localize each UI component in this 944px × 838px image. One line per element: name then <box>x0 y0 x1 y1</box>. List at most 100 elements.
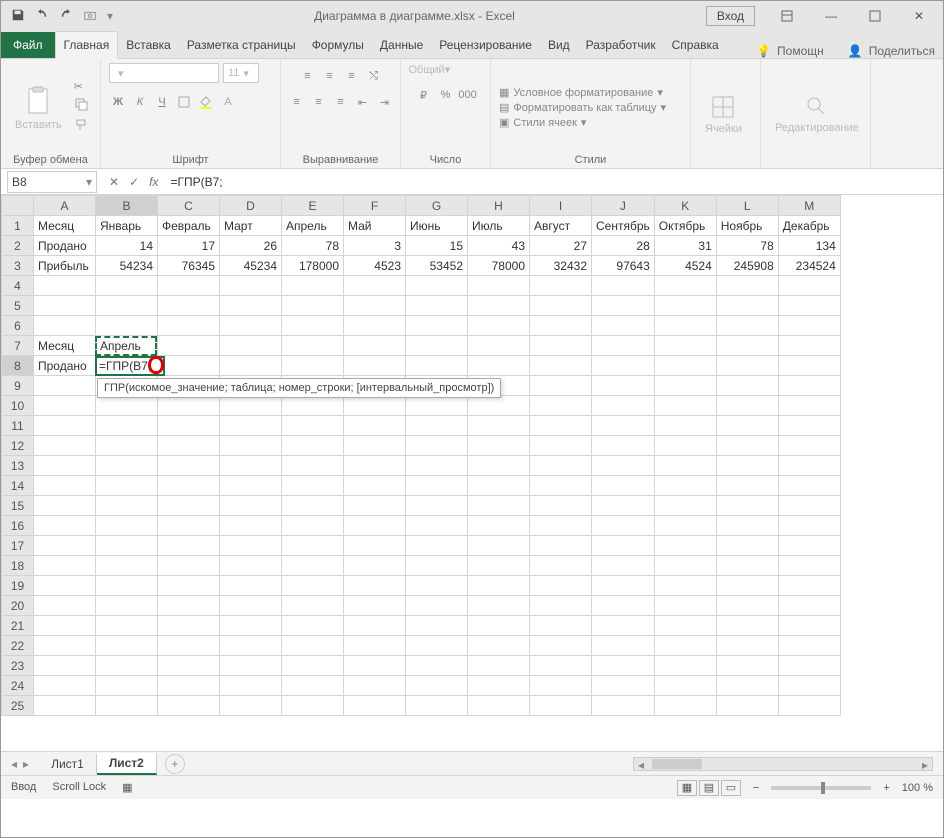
cell-L15[interactable] <box>716 496 778 516</box>
cell-I14[interactable] <box>530 476 592 496</box>
cell-I13[interactable] <box>530 456 592 476</box>
cell-D10[interactable] <box>220 396 282 416</box>
row-header-21[interactable]: 21 <box>2 616 34 636</box>
minimize-button[interactable]: — <box>811 2 851 30</box>
sheet-nav-next-icon[interactable]: ▸ <box>23 757 29 771</box>
cell-D8[interactable] <box>220 356 282 376</box>
col-header-L[interactable]: L <box>716 196 778 216</box>
cell-M22[interactable] <box>778 636 840 656</box>
row-header-22[interactable]: 22 <box>2 636 34 656</box>
cell-L12[interactable] <box>716 436 778 456</box>
cell-B2[interactable]: 14 <box>96 236 158 256</box>
row-header-16[interactable]: 16 <box>2 516 34 536</box>
cell-B17[interactable] <box>96 536 158 556</box>
cell-I20[interactable] <box>530 596 592 616</box>
cell-L22[interactable] <box>716 636 778 656</box>
qat-dropdown-icon[interactable]: ▾ <box>107 9 113 23</box>
cell-E12[interactable] <box>282 436 344 456</box>
tab-view[interactable]: Вид <box>540 32 578 58</box>
cell-E22[interactable] <box>282 636 344 656</box>
cell-F18[interactable] <box>344 556 406 576</box>
cell-I8[interactable] <box>530 356 592 376</box>
cell-D21[interactable] <box>220 616 282 636</box>
cell-B4[interactable] <box>96 276 158 296</box>
cell-L2[interactable]: 78 <box>716 236 778 256</box>
cell-J8[interactable] <box>592 356 655 376</box>
cell-styles-button[interactable]: ▣Стили ячеек▾ <box>499 116 666 129</box>
cell-J11[interactable] <box>592 416 655 436</box>
cell-K4[interactable] <box>654 276 716 296</box>
tell-me-label[interactable]: Помощн <box>777 44 824 58</box>
copy-icon[interactable] <box>74 97 88 114</box>
cell-M8[interactable] <box>778 356 840 376</box>
cell-A4[interactable] <box>34 276 96 296</box>
cell-D13[interactable] <box>220 456 282 476</box>
cell-C25[interactable] <box>158 696 220 716</box>
cell-J15[interactable] <box>592 496 655 516</box>
cell-J12[interactable] <box>592 436 655 456</box>
fill-color-button[interactable] <box>197 93 215 111</box>
cell-L19[interactable] <box>716 576 778 596</box>
cell-D14[interactable] <box>220 476 282 496</box>
cell-L23[interactable] <box>716 656 778 676</box>
lightbulb-icon[interactable]: 💡 <box>756 44 771 58</box>
cell-M11[interactable] <box>778 416 840 436</box>
cell-C11[interactable] <box>158 416 220 436</box>
cell-D24[interactable] <box>220 676 282 696</box>
font-size-select[interactable]: 11▾ <box>223 63 259 83</box>
orientation-icon[interactable]: ⤭ <box>365 67 383 85</box>
cell-I11[interactable] <box>530 416 592 436</box>
editing-button[interactable]: Редактирование <box>769 92 865 136</box>
cell-B14[interactable] <box>96 476 158 496</box>
cell-G5[interactable] <box>406 296 468 316</box>
cell-C12[interactable] <box>158 436 220 456</box>
row-header-7[interactable]: 7 <box>2 336 34 356</box>
row-header-23[interactable]: 23 <box>2 656 34 676</box>
row-header-4[interactable]: 4 <box>2 276 34 296</box>
tab-data[interactable]: Данные <box>372 32 431 58</box>
tab-formulas[interactable]: Формулы <box>304 32 372 58</box>
cell-B22[interactable] <box>96 636 158 656</box>
row-header-6[interactable]: 6 <box>2 316 34 336</box>
cell-J24[interactable] <box>592 676 655 696</box>
cell-K25[interactable] <box>654 696 716 716</box>
cell-K23[interactable] <box>654 656 716 676</box>
cell-C1[interactable]: Февраль <box>158 216 220 236</box>
cell-G4[interactable] <box>406 276 468 296</box>
cell-G23[interactable] <box>406 656 468 676</box>
cell-F6[interactable] <box>344 316 406 336</box>
zoom-slider[interactable] <box>771 786 871 790</box>
cell-A6[interactable] <box>34 316 96 336</box>
cell-I6[interactable] <box>530 316 592 336</box>
cell-K22[interactable] <box>654 636 716 656</box>
cell-K1[interactable]: Октябрь <box>654 216 716 236</box>
tab-home[interactable]: Главная <box>55 31 119 59</box>
cell-B7[interactable]: Апрель <box>96 336 158 356</box>
col-header-E[interactable]: E <box>282 196 344 216</box>
cell-L17[interactable] <box>716 536 778 556</box>
cell-G17[interactable] <box>406 536 468 556</box>
row-header-25[interactable]: 25 <box>2 696 34 716</box>
cell-C18[interactable] <box>158 556 220 576</box>
add-sheet-button[interactable]: + <box>165 754 185 774</box>
cell-L5[interactable] <box>716 296 778 316</box>
maximize-button[interactable] <box>855 2 895 30</box>
cell-E6[interactable] <box>282 316 344 336</box>
cell-G12[interactable] <box>406 436 468 456</box>
active-cell-editor[interactable]: =ГПР(B7; <box>95 356 165 376</box>
row-header-19[interactable]: 19 <box>2 576 34 596</box>
cell-A13[interactable] <box>34 456 96 476</box>
cell-D22[interactable] <box>220 636 282 656</box>
cell-A25[interactable] <box>34 696 96 716</box>
cell-C24[interactable] <box>158 676 220 696</box>
cell-J2[interactable]: 28 <box>592 236 655 256</box>
tab-page-layout[interactable]: Разметка страницы <box>179 32 304 58</box>
cell-C22[interactable] <box>158 636 220 656</box>
cell-G18[interactable] <box>406 556 468 576</box>
enter-formula-icon[interactable]: ✓ <box>129 175 139 189</box>
cell-A10[interactable] <box>34 396 96 416</box>
percent-icon[interactable]: % <box>437 86 455 104</box>
row-header-15[interactable]: 15 <box>2 496 34 516</box>
cell-C15[interactable] <box>158 496 220 516</box>
cell-E5[interactable] <box>282 296 344 316</box>
